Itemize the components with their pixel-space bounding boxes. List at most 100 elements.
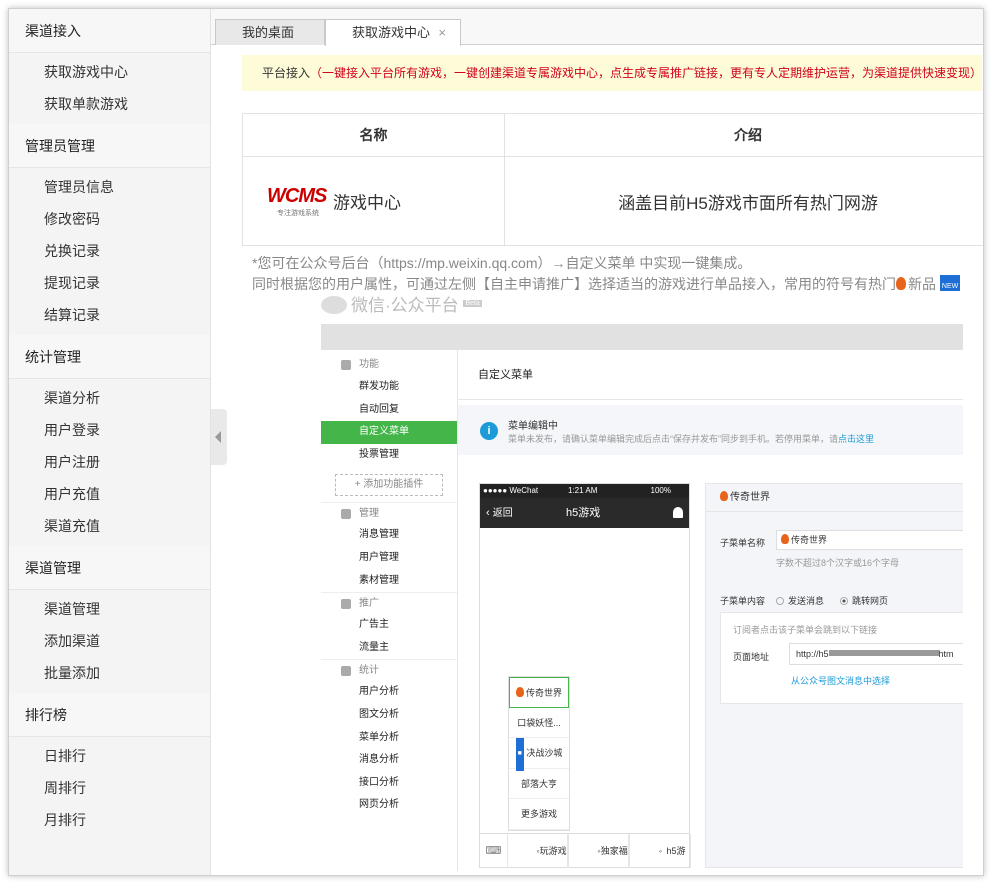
sidebar-item[interactable]: 获取游戏中心: [9, 56, 210, 88]
sidebar-group-items: 渠道分析 用户登录 用户注册 用户充值 渠道充值: [9, 379, 210, 546]
wechat-screenshot: 微信·公众平台 Beta 功能 群发功能 自动回复 自定义菜单 投票管理 + 添加功能插件…: [321, 291, 963, 871]
sidebar-group-header[interactable]: 渠道接入: [9, 9, 210, 53]
nav-item[interactable]: 用户分析: [321, 681, 457, 704]
section-icon: [341, 666, 351, 677]
user-icon: [673, 507, 683, 518]
sidebar-item[interactable]: 日排行: [9, 740, 210, 772]
sidebar-item[interactable]: 批量添加: [9, 657, 210, 689]
hot-icon: [781, 534, 789, 544]
section-icon: [341, 599, 351, 610]
tab-desktop[interactable]: 我的桌面: [215, 19, 325, 45]
back-button[interactable]: ‹ 返回: [486, 498, 513, 529]
sidebar-group-header[interactable]: 统计管理: [9, 335, 210, 379]
radio-icon: [776, 597, 784, 605]
sidebar: 渠道接入 获取游戏中心 获取单款游戏管理员管理 管理员信息 修改密码 兑换记录 提现记录 结算…: [9, 9, 211, 875]
submenu-item[interactable]: 更多游戏: [509, 799, 569, 830]
tab-game-center[interactable]: 获取游戏中心 ×: [325, 19, 461, 46]
nav-item[interactable]: 网页分析: [321, 794, 457, 817]
submenu-item[interactable]: 口袋妖怪...: [509, 708, 569, 738]
sidebar-item[interactable]: 修改密码: [9, 203, 210, 235]
nav-item[interactable]: 流量主: [321, 637, 457, 660]
sidebar-group-header[interactable]: 管理员管理: [9, 124, 210, 168]
submenu-item[interactable]: 传奇世界: [509, 677, 569, 708]
info-title: 菜单编辑中: [508, 421, 558, 432]
nav-item[interactable]: 自定义菜单: [321, 421, 457, 444]
nav-section-header: 统计: [321, 659, 457, 681]
nav-item[interactable]: 图文分析: [321, 704, 457, 727]
sidebar-item[interactable]: 获取单款游戏: [9, 88, 210, 120]
nav-item[interactable]: 投票管理: [321, 444, 457, 467]
nav-section-header: 功能: [321, 354, 457, 376]
menu-tab-welfare[interactable]: ◦ 独家福利: [569, 834, 630, 868]
wechat-nav: 功能 群发功能 自动回复 自定义菜单 投票管理 + 添加功能插件 管理 消息管理 用户管理 素材管…: [321, 350, 458, 871]
sidebar-item[interactable]: 管理员信息: [9, 171, 210, 203]
submenu-label: 传奇世界: [525, 688, 562, 698]
hot-icon: [515, 687, 524, 697]
wechat-brand: 微信·公众平台 Beta: [321, 291, 482, 321]
url-tail: htm: [938, 649, 954, 659]
nav-item[interactable]: 广告主: [321, 614, 457, 637]
carrier-text: ●●●●● WeChat: [483, 486, 539, 495]
tab-label: 我的桌面: [242, 25, 295, 40]
name-value: 传奇世界: [791, 535, 828, 545]
phone-preview: ●●●●● WeChat 1:21 AM 100% ‹ 返回 h5游戏 传奇世界…: [479, 483, 691, 868]
sidebar-item[interactable]: 渠道充值: [9, 510, 210, 542]
phone-nav-bar: ‹ 返回 h5游戏: [480, 498, 689, 528]
submenu-label: 口袋妖怪...: [517, 717, 561, 728]
edit-heading: 传奇世界: [706, 484, 963, 512]
sidebar-item[interactable]: 月排行: [9, 804, 210, 836]
nav-item[interactable]: 消息分析: [321, 749, 457, 772]
link-box: 订阅者点击该子菜单会跳到以下链接 页面地址 http://h5 htm 从公众号图…: [720, 612, 963, 704]
sidebar-group-header[interactable]: 排行榜: [9, 693, 210, 737]
radio-jump-page[interactable]: 跳转网页: [840, 594, 888, 607]
sidebar-group-header[interactable]: 渠道管理: [9, 546, 210, 590]
game-icon: ■: [515, 738, 524, 771]
nav-item[interactable]: 素材管理: [321, 570, 457, 593]
tab-bar: 我的桌面 获取游戏中心 ×: [211, 9, 983, 46]
sidebar-item[interactable]: 兑换记录: [9, 235, 210, 267]
info-text-body: 菜单未发布，请确认菜单编辑完成后点击“保存并发布”同步到手机。若停用菜单，请: [508, 434, 838, 444]
radio-label: 跳转网页: [852, 596, 889, 606]
submenu-name-input[interactable]: 传奇世界: [776, 530, 963, 550]
wechat-topbar: [321, 324, 963, 350]
submenu-label: 更多游戏: [520, 809, 557, 819]
select-article-link[interactable]: 从公众号图文消息中选择: [791, 674, 890, 687]
sidebar-item[interactable]: 渠道管理: [9, 593, 210, 625]
content-label: 子菜单内容: [720, 596, 766, 606]
nav-item[interactable]: 消息管理: [321, 524, 457, 547]
stop-menu-link[interactable]: 点击这里: [838, 434, 874, 444]
sidebar-item[interactable]: 周排行: [9, 772, 210, 804]
sidebar-item[interactable]: 用户登录: [9, 414, 210, 446]
notice-banner: 平台接入（一键接入平台所有游戏，一键创建渠道专属游戏中心，点生成专属推广链接，更…: [242, 55, 982, 91]
time-text: 1:21 AM: [568, 486, 598, 495]
nav-item[interactable]: 群发功能: [321, 376, 457, 399]
column-header-name: 名称: [242, 113, 505, 157]
close-icon[interactable]: ×: [438, 20, 446, 45]
sidebar-item[interactable]: 渠道分析: [9, 382, 210, 414]
url-value: http://h5: [796, 649, 829, 659]
url-input[interactable]: http://h5 htm: [789, 643, 963, 665]
sidebar-item[interactable]: 添加渠道: [9, 625, 210, 657]
notice-text: （一键接入平台所有游戏，一键创建渠道专属游戏中心，点生成专属推广链接，更有专人定…: [310, 66, 982, 80]
menu-tab-play[interactable]: ◦ 玩游戏: [508, 834, 569, 868]
submenu-item[interactable]: 部落大亨: [509, 769, 569, 799]
sidebar-item[interactable]: 用户充值: [9, 478, 210, 510]
nav-item[interactable]: 用户管理: [321, 547, 457, 570]
sidebar-item[interactable]: 结算记录: [9, 299, 210, 331]
radio-send-message[interactable]: 发送消息: [776, 594, 824, 607]
menu-tab-h5[interactable]: ◦ h5游戏: [630, 834, 691, 868]
edit-heading-text: 传奇世界: [730, 492, 770, 503]
table-row[interactable]: WCMS 专注游戏系统 游戏中心 涵盖目前H5游戏市面所有热门网游: [242, 156, 983, 246]
nav-item[interactable]: 接口分析: [321, 772, 457, 795]
url-label: 页面地址: [733, 652, 770, 662]
sidebar-item[interactable]: 提现记录: [9, 267, 210, 299]
nav-section-label: 推广: [359, 598, 379, 610]
keyboard-icon[interactable]: ⌨: [480, 834, 508, 868]
nav-item[interactable]: 自动回复: [321, 399, 457, 422]
info-text: 菜单未发布，请确认菜单编辑完成后点击“保存并发布”同步到手机。若停用菜单，请点击…: [508, 432, 874, 445]
nav-item[interactable]: 菜单分析: [321, 727, 457, 750]
add-plugin-button[interactable]: + 添加功能插件: [335, 474, 443, 497]
submenu-label: 决战沙城: [526, 748, 563, 758]
submenu-item[interactable]: ■ 决战沙城: [509, 738, 569, 771]
sidebar-item[interactable]: 用户注册: [9, 446, 210, 478]
